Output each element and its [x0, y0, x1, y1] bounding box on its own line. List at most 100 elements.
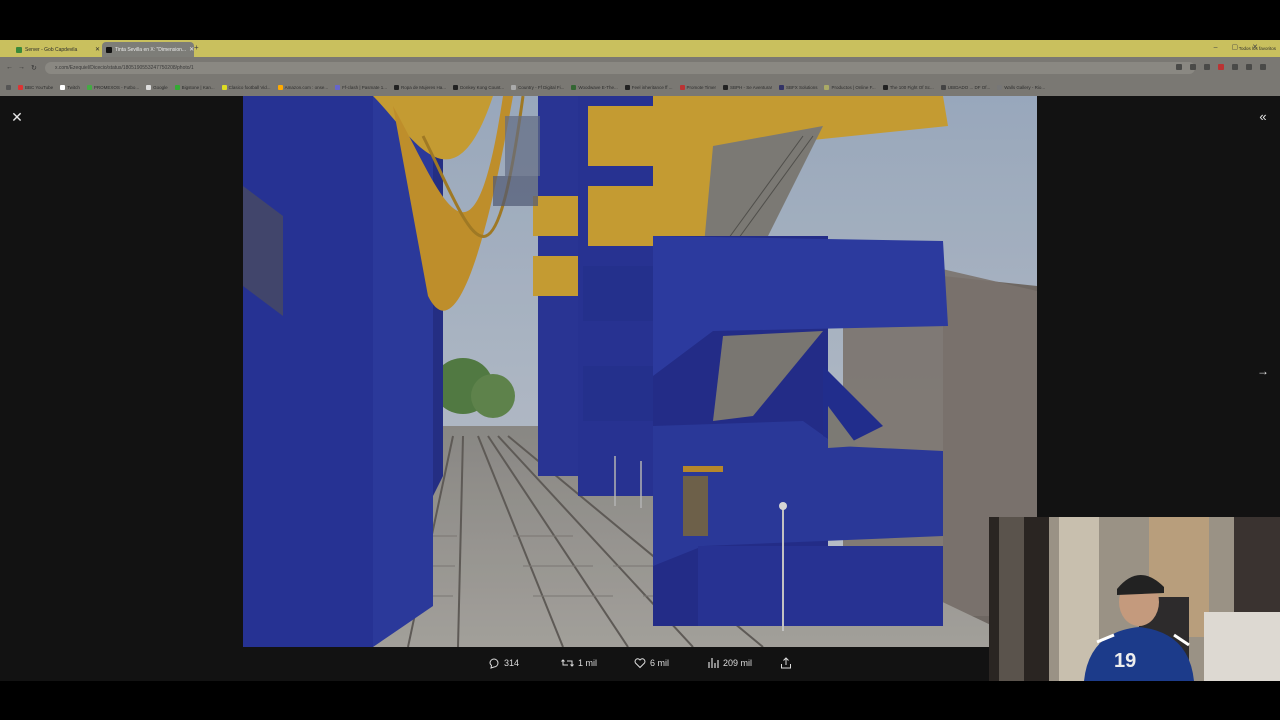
tab-close-icon[interactable]: ✕: [95, 46, 100, 53]
bookmark-item[interactable]: Clasico football Vid...: [221, 85, 271, 90]
new-tab-icon[interactable]: +: [194, 43, 199, 52]
bookmark-item[interactable]: BBC YouTube: [18, 85, 53, 90]
apps-icon[interactable]: [6, 85, 11, 90]
bookmark-item[interactable]: Country - Ff Digital Fi...: [511, 85, 564, 90]
double-chevron-icon[interactable]: «: [1254, 108, 1272, 126]
bookmark-item[interactable]: UBIDADO ... DF Of...: [940, 85, 991, 90]
bookmark-label: Walls Gallery - Rio...: [1004, 85, 1046, 90]
bookmark-label: Google: [153, 85, 168, 90]
bookmark-item[interactable]: Donkey Kong Count...: [453, 85, 504, 90]
bookmark-item[interactable]: SBPH - Se Aventura!: [723, 85, 772, 90]
bookmark-favicon: [146, 85, 152, 90]
tab-favicon: [106, 46, 112, 53]
zoom-icon[interactable]: [1176, 64, 1182, 70]
bookmark-item[interactable]: Amazon.com : onse...: [277, 85, 329, 90]
bookmark-favicon: [571, 85, 577, 90]
bookmark-label: Promote Timer: [686, 85, 717, 90]
bookmark-favicon: [277, 85, 283, 90]
bookmark-item[interactable]: Twitch: [60, 85, 80, 90]
bookmark-favicon: [940, 85, 946, 90]
bookmark-label: Donkey Kong Count...: [460, 85, 505, 90]
bookmark-favicon: [335, 85, 341, 90]
comment-icon: [489, 658, 499, 669]
repost-icon: [561, 659, 574, 667]
close-icon[interactable]: ✕: [8, 108, 26, 126]
share-button[interactable]: [780, 657, 792, 669]
bookmark-label: Ropa de Mujeres Ha...: [401, 85, 447, 90]
translate-icon[interactable]: [1190, 64, 1196, 70]
svg-text:19: 19: [1114, 650, 1136, 672]
tab-label: Tinta Sevilla en X: "Dimension...: [115, 46, 187, 53]
views-count: 209 mil: [723, 658, 753, 668]
bookmark-item[interactable]: PROMEXOS - Futbo...: [86, 85, 140, 90]
bookmark-label: Country - Ff Digital Fi...: [518, 85, 565, 90]
bookmark-label: UBIDADO ... DF Of...: [947, 85, 991, 90]
post-image: [243, 96, 1037, 647]
extensions-puzzle-icon[interactable]: [1232, 64, 1238, 70]
bookmark-label: Feel inheritance ff ...: [631, 85, 673, 90]
heart-icon: [634, 658, 646, 669]
screen: Server - Gob Capdevila ✕ Tinta Sevilla e…: [0, 0, 1280, 720]
bookmark-label: Twitch: [67, 85, 80, 90]
bookmark-favicon: [679, 85, 685, 90]
bookmark-item[interactable]: Bigstone | Kan...: [174, 85, 215, 90]
bookmark-label: Productos | Online F...: [831, 85, 876, 90]
tab-label: Server - Gob Capdevila: [25, 46, 78, 53]
bookmark-item[interactable]: Promote Timer: [679, 85, 717, 90]
back-icon[interactable]: ←: [6, 64, 13, 71]
bookmark-label: SBPH - Se Aventura!: [730, 85, 772, 90]
bookmark-item[interactable]: Feel inheritance ff ...: [624, 85, 673, 90]
reload-icon[interactable]: ↻: [31, 64, 37, 72]
like-button[interactable]: 6 mil: [634, 657, 669, 669]
bookmark-item[interactable]: Ff-clash | Pasmate 1...: [335, 85, 387, 90]
tab-favicon: [16, 46, 22, 53]
bookmark-label: Bigstone | Kan...: [181, 85, 215, 90]
bookmark-label: The 100 Fight Of Sc...: [889, 85, 934, 90]
bookmark-label: Amazon.com : onse...: [284, 85, 329, 90]
menu-icon[interactable]: [1260, 64, 1266, 70]
tab-x-post[interactable]: Tinta Sevilla en X: "Dimension... ✕: [102, 42, 194, 57]
bookmark-item[interactable]: SBFX Solutions: [778, 85, 818, 90]
bookmark-favicon: [174, 85, 180, 90]
like-count: 6 mil: [650, 658, 670, 668]
repost-button[interactable]: 1 mil: [561, 657, 597, 669]
bookmark-favicon: [824, 85, 830, 90]
star-icon[interactable]: [1204, 64, 1210, 70]
extension-icon[interactable]: [1218, 64, 1224, 70]
bookmark-favicon: [511, 85, 517, 90]
tab-strip: Server - Gob Capdevila ✕ Tinta Sevilla e…: [0, 40, 1280, 57]
bookmark-label: BBC YouTube: [25, 85, 54, 90]
bookmark-label: Woodwave E-The...: [578, 85, 618, 90]
reply-button[interactable]: 314: [488, 657, 519, 669]
bookmark-label: Ff-clash | Pasmate 1...: [342, 85, 388, 90]
bookmark-favicon: [624, 85, 630, 90]
webcam-overlay: 19: [989, 517, 1280, 681]
all-bookmarks-link[interactable]: Todos los favoritos: [1239, 46, 1276, 51]
views-button[interactable]: 209 mil: [707, 657, 752, 669]
bookmark-favicon: [60, 85, 66, 90]
reply-count: 314: [504, 658, 520, 668]
bookmark-item[interactable]: The 100 Fight Of Sc...: [882, 85, 934, 90]
bookmark-favicon: [86, 85, 92, 90]
bookmarks-bar: BBC YouTube Twitch PROMEXOS - Futbo... Goog…: [0, 79, 1280, 96]
toolbar-icons: [1176, 64, 1266, 70]
streamer-video: 19: [989, 517, 1280, 681]
bookmark-label: Clasico football Vid...: [228, 85, 271, 90]
profile-icon[interactable]: [1246, 64, 1252, 70]
forward-icon[interactable]: →: [18, 64, 25, 71]
bookmark-item[interactable]: Walls Gallery - Rio...: [997, 85, 1045, 90]
bookmark-label: PROMEXOS - Futbo...: [93, 85, 140, 90]
bookmark-item[interactable]: Google: [146, 85, 168, 90]
url-input[interactable]: x.com/Ezequiel/Dicecio/status/1805190553…: [45, 62, 1195, 74]
bookmark-favicon: [723, 85, 729, 90]
repost-count: 1 mil: [578, 658, 598, 668]
bar-chart-icon: [708, 658, 719, 668]
bookmark-item[interactable]: Ropa de Mujeres Ha...: [394, 85, 446, 90]
bookmark-favicon: [18, 85, 23, 90]
bookmark-item[interactable]: Productos | Online F...: [824, 85, 876, 90]
stadium-render: [243, 96, 1037, 647]
arrow-right-icon[interactable]: →: [1254, 362, 1272, 380]
tab-server[interactable]: Server - Gob Capdevila ✕: [12, 42, 104, 57]
bookmark-item[interactable]: Woodwave E-The...: [571, 85, 618, 90]
bookmark-label: SBFX Solutions: [785, 85, 818, 90]
